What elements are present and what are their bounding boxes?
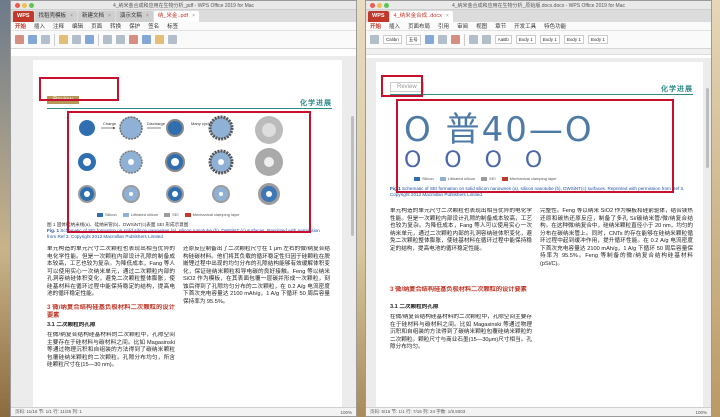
ribbon-tab-view[interactable]: 视图 <box>476 22 487 30</box>
titlebar: 4_纳米金合成和应用在生物分析_pdf - WPS Office 2019 fo… <box>11 1 356 10</box>
single-page-icon[interactable] <box>103 35 112 44</box>
font-color-icon[interactable] <box>450 35 460 44</box>
page-status: 页码: 11/16 节: 1/1 行: 11/25 列: 1 <box>15 409 82 414</box>
vertical-scrollbar[interactable] <box>706 88 709 168</box>
ribbon-tab-review[interactable]: 审阅 <box>457 22 468 30</box>
page-status: 页码: 6/16 节: 1/1 行: 7/16 列: 24 字数: 1/8,50… <box>370 409 466 414</box>
ribbon-tab-insert[interactable]: 插入 <box>34 22 45 30</box>
highlight-box-figure <box>396 99 674 193</box>
tab-wps-home[interactable]: WPS <box>13 11 34 22</box>
ribbon-tab-insert[interactable]: 插入 <box>389 22 400 30</box>
screenshot-icon[interactable] <box>155 35 164 44</box>
body-column-1: 单元构造的单元尺寸二次颗粒也表现出相当优异的电化学性能。但是一次颗粒内部设计孔隙… <box>390 208 532 252</box>
close-tab-icon[interactable]: × <box>146 11 149 22</box>
style-preset-5[interactable]: Body 1 <box>587 35 608 44</box>
tab-pdf-active[interactable]: 纳_米金..pdf × <box>153 11 200 22</box>
section-heading-3-1: 3.1 二次颗粒的孔隙 <box>47 322 96 328</box>
window-title: 4_纳米金合成和应用在生物分析_pdf - WPS Office 2019 fo… <box>112 2 255 9</box>
caption-fig-number: Fig. 1 <box>47 228 59 233</box>
pdf-window: 4_纳米金合成和应用在生物分析_pdf - WPS Office 2019 fo… <box>10 0 357 417</box>
ribbon-tab-protect[interactable]: 保护 <box>129 22 140 30</box>
paste-icon[interactable] <box>370 35 379 44</box>
ribbon-tab-developer[interactable]: 开发工具 <box>514 22 536 30</box>
style-preset-2[interactable]: Body 1 <box>515 35 536 44</box>
search-icon[interactable] <box>168 35 177 44</box>
ribbon-tab-section[interactable]: 章节 <box>495 22 506 30</box>
tab-template[interactable]: 找稻壳模板 × <box>34 11 77 22</box>
close-tab-icon[interactable]: × <box>446 11 449 22</box>
tab-wps-home[interactable]: WPS <box>368 11 389 22</box>
ribbon-tab-convert[interactable]: 转换 <box>110 22 121 30</box>
ribbon-tab-sign[interactable]: 签名 <box>148 22 159 30</box>
close-tab-icon[interactable]: × <box>70 11 73 22</box>
font-size-select[interactable]: 五号 <box>405 34 421 45</box>
document-tab-bar: WPS 4_纳米金合成..docx × <box>366 10 711 22</box>
vertical-scrollbar[interactable] <box>351 116 354 236</box>
font-family-select[interactable]: Calibri <box>383 35 402 44</box>
annotation-icon[interactable] <box>142 35 151 44</box>
pdf-to-word-icon[interactable] <box>15 35 24 44</box>
section-heading-3: 3 微/纳复合结构硅基负极材料二次颗粒的设计要素 <box>390 286 527 293</box>
desktop-background-right <box>712 0 720 417</box>
ribbon-tab-tags[interactable]: 标签 <box>167 22 178 30</box>
desktop-background-left <box>0 0 10 417</box>
select-tool-icon[interactable] <box>41 35 50 44</box>
ribbon-toolbar <box>11 31 356 49</box>
desktop-background-gap <box>357 0 365 417</box>
journal-header: 化学进展 <box>300 100 332 107</box>
highlight-box-review <box>39 77 119 101</box>
ribbon-tab-references[interactable]: 引用 <box>438 22 449 30</box>
window-title: 4_纳米金合成和应用在生物分析_原始版.docx.docx - WPS Offi… <box>451 2 625 9</box>
ribbon-tab-features[interactable]: 特色功能 <box>544 22 566 30</box>
ribbon-toolbar: Calibri 五号 AaBb Body 1 Body 1 Body 1 Bod… <box>366 31 711 49</box>
zoom-level[interactable]: 100% <box>695 410 707 415</box>
status-bar: 页码: 6/16 节: 1/1 行: 7/16 列: 24 字数: 1/8,50… <box>366 407 711 416</box>
ribbon-tab-start[interactable]: 开始 <box>15 22 26 30</box>
section-heading-3-1: 3.1 二次颗粒的孔隙 <box>390 304 439 310</box>
rotate-icon[interactable] <box>85 35 94 44</box>
double-page-icon[interactable] <box>116 35 125 44</box>
document-tab-bar: WPS 找稻壳模板 × 新建文档 × 演示文稿 × 纳_米金..pdf × <box>11 10 356 22</box>
body-column-1b: 在微/纳复合结构硅基材料的二次颗粒中，孔隙空间主要存在于硅材料与碳材料之间。比如… <box>47 332 175 368</box>
body-column-1b: 在微/纳复合结构硅基材料的二次颗粒中，孔隙空间主要存在于硅材料与碳材料之间。比如… <box>390 314 532 350</box>
ribbon-tab-layout[interactable]: 页面布局 <box>408 22 430 30</box>
titlebar: 4_纳米金合成和应用在生物分析_原始版.docx.docx - WPS Offi… <box>366 1 711 10</box>
tab-new-doc[interactable]: 新建文档 × <box>77 11 115 22</box>
ribbon-tab-row: 开始 插入 页面布局 引用 审阅 视图 章节 开发工具 特色功能 <box>366 22 711 31</box>
ribbon-tab-annotate[interactable]: 注释 <box>53 22 64 30</box>
zoom-level[interactable]: 100% <box>340 410 352 415</box>
zoom-out-icon[interactable] <box>72 35 81 44</box>
italic-icon[interactable] <box>437 35 447 44</box>
zoom-in-icon[interactable] <box>59 35 68 44</box>
hand-tool-icon[interactable] <box>28 35 37 44</box>
tab-presentation[interactable]: 演示文稿 × <box>115 11 153 22</box>
body-column-2: 完整性。Feng 等以纳米 SiO2 作为模板和硅前驱体，结合镁热还原和碳热还原… <box>540 208 693 267</box>
ribbon-tab-start[interactable]: 开始 <box>370 22 381 30</box>
style-preset-4[interactable]: Body 1 <box>563 35 584 44</box>
journal-header: 化学进展 <box>661 86 693 93</box>
highlight-icon[interactable] <box>129 35 138 44</box>
style-preset-1[interactable]: AaBb <box>494 35 512 44</box>
highlight-box-figure <box>67 111 311 233</box>
ribbon-tab-row: 开始 插入 注释 编辑 页面 转换 保护 签名 标签 <box>11 22 356 31</box>
align-left-icon[interactable] <box>468 35 478 44</box>
bold-icon[interactable] <box>424 35 434 44</box>
ruler[interactable] <box>366 49 711 55</box>
highlight-box-review <box>381 75 423 97</box>
ribbon-tab-edit[interactable]: 编辑 <box>72 22 83 30</box>
align-center-icon[interactable] <box>481 35 491 44</box>
close-tab-icon[interactable]: × <box>108 11 111 22</box>
ribbon-tab-page[interactable]: 页面 <box>91 22 102 30</box>
status-bar: 页码: 11/16 节: 1/1 行: 11/25 列: 1 100% <box>11 407 356 416</box>
style-preset-3[interactable]: Body 1 <box>539 35 560 44</box>
body-column-2: 还原反应制备出了二次颗粒尺寸在 1 μm 左右的微/纳复合结构硅碳材料。他们将其… <box>183 246 330 305</box>
docx-window: 4_纳米金合成和应用在生物分析_原始版.docx.docx - WPS Offi… <box>365 0 712 417</box>
body-column-1: 单元构造的单元尺寸二次颗粒也表现出相当优异的电化学性能。但是一次颗粒内部设计孔隙… <box>47 246 175 297</box>
section-heading-3: 3 微/纳复合结构硅基负极材料二次颗粒的设计要素 <box>47 304 175 319</box>
tab-docx-active[interactable]: 4_纳米金合成..docx × <box>389 11 453 22</box>
close-tab-icon[interactable]: × <box>192 11 195 22</box>
